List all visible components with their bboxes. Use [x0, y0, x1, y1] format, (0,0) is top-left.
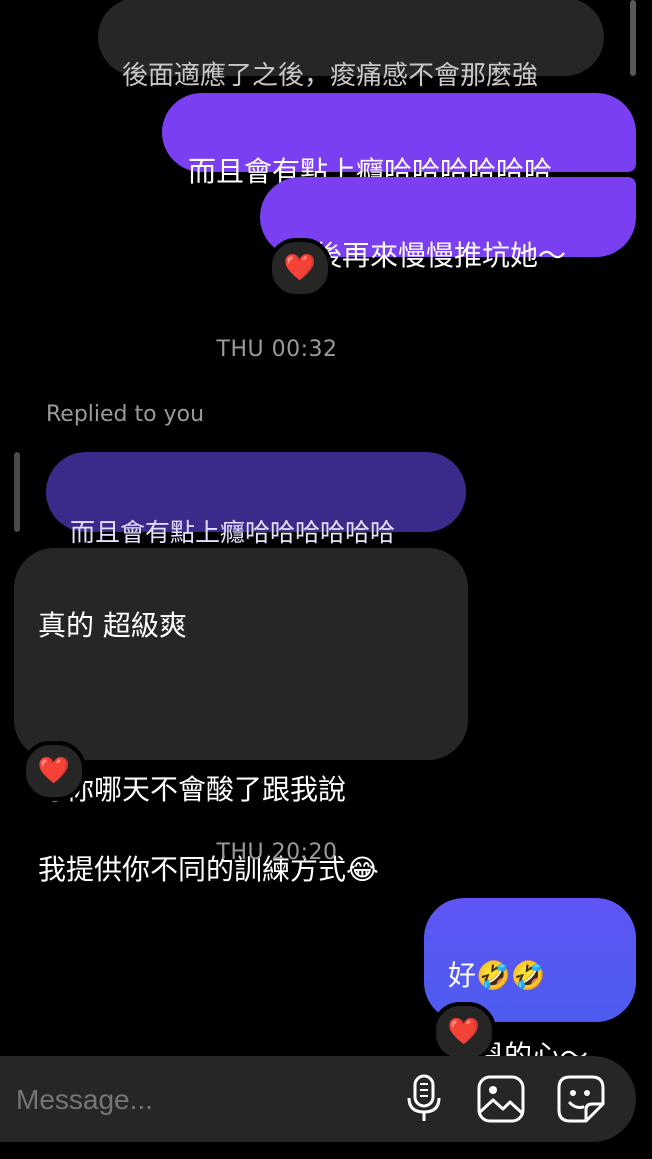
heart-reaction[interactable]: ❤️ [268, 238, 332, 298]
sticker-button[interactable] [556, 1074, 606, 1124]
message-text: 後面適應了之後，痠痛感不會那麼強 [122, 61, 539, 91]
microphone-button[interactable] [400, 1074, 448, 1124]
heart-reaction[interactable]: ❤️ [22, 741, 86, 801]
message-line: 好🤣🤣 [448, 959, 546, 992]
microphone-icon [407, 1074, 441, 1121]
heart-icon: ❤️ [447, 1017, 481, 1047]
reply-label: Replied to you [46, 402, 205, 427]
message-line: 真的 超級爽 [38, 609, 187, 642]
heart-icon: ❤️ [37, 756, 71, 786]
outgoing-message[interactable]: 而且會有點上癮哈哈哈哈哈哈 [162, 93, 636, 188]
message-input[interactable] [14, 1074, 348, 1126]
reply-indicator-bar [14, 452, 20, 532]
heart-reaction[interactable]: ❤️ [432, 1002, 496, 1062]
message-line: 等你哪天不會酸了跟我說 [38, 773, 347, 806]
incoming-message[interactable]: 真的 超級爽 等你哪天不會酸了跟我說 我提供你不同的訓練方式😂 [14, 548, 468, 886]
quoted-message-text: 而且會有點上癮哈哈哈哈哈哈 [70, 518, 396, 547]
timestamp: THU 00:32 [216, 337, 338, 362]
timestamp: THU 20:20 [216, 840, 338, 865]
image-icon [477, 1075, 525, 1123]
incoming-message[interactable]: 後面適應了之後，痠痛感不會那麼強 [98, 0, 604, 91]
scrollbar[interactable] [630, 0, 636, 76]
quoted-message[interactable]: 而且會有點上癮哈哈哈哈哈哈 [46, 452, 466, 547]
sticker-icon [557, 1075, 605, 1123]
message-composer [0, 1056, 636, 1142]
heart-icon: ❤️ [283, 253, 317, 283]
gallery-button[interactable] [476, 1074, 526, 1124]
